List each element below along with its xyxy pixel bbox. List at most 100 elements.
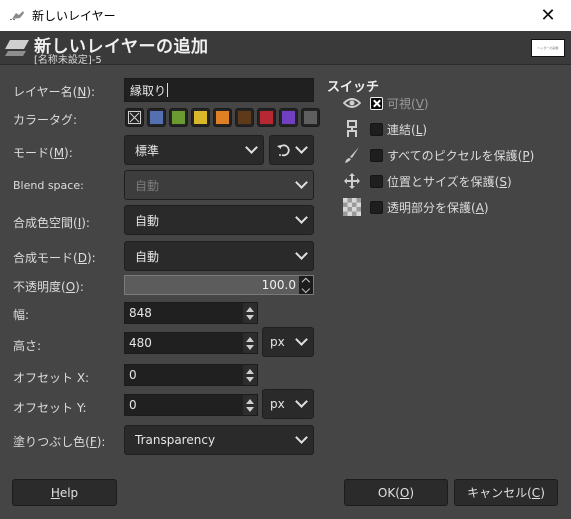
chevron-down-icon	[245, 141, 258, 154]
color-swatch	[260, 111, 273, 124]
move-arrows-icon	[341, 171, 363, 191]
switch-checkbox[interactable]	[370, 148, 383, 162]
height-spin-buttons[interactable]	[243, 333, 257, 353]
offset-y-spin-buttons[interactable]	[243, 395, 257, 415]
layer-name-label: レイヤー名(N):	[13, 85, 96, 99]
switch-checkbox[interactable]	[370, 122, 383, 136]
composite-space-label: 合成色空間(I):	[13, 216, 90, 230]
ok-button[interactable]: OK(O)	[344, 479, 448, 506]
color-tag-orange[interactable]	[213, 108, 232, 127]
offset-x-input[interactable]: 0	[124, 364, 258, 386]
color-swatch	[238, 111, 251, 124]
paintbrush-icon	[341, 145, 363, 165]
mode-dropdown[interactable]: 標準	[124, 135, 264, 165]
close-icon: ✕	[540, 5, 556, 26]
offset-unit-dropdown[interactable]: px	[262, 389, 314, 419]
switch-label: 連結(L)	[387, 122, 428, 137]
composite-mode-dropdown[interactable]: 自動	[124, 241, 314, 271]
chain-link-icon	[341, 119, 363, 139]
color-tag-selector	[125, 108, 320, 127]
switch-label: すべてのピクセルを保護(P)	[387, 148, 535, 163]
switch-chain-link[interactable]: 連結(L)	[341, 119, 427, 139]
color-tag-blue[interactable]	[147, 108, 166, 127]
switch-label: 可視(V)	[387, 96, 429, 111]
height-label: 高さ:	[13, 339, 42, 353]
arrow-down-icon	[246, 344, 254, 350]
switch-move-arrows[interactable]: 位置とサイズを保護(S)	[341, 171, 512, 191]
arrow-up-icon	[246, 306, 254, 312]
switch-checkerboard[interactable]: 透明部分を保護(A)	[341, 197, 489, 217]
eye-icon	[341, 93, 363, 113]
chevron-down-icon	[295, 141, 308, 154]
chevron-down-icon	[295, 211, 308, 224]
color-tag-brown[interactable]	[235, 108, 254, 127]
image-name: [名称未設定]-5	[34, 55, 102, 66]
new-layer-icon	[5, 40, 29, 56]
opacity-spin-buttons[interactable]	[299, 276, 313, 294]
window-titlebar: 新しいレイヤー ✕	[0, 0, 571, 31]
close-button[interactable]: ✕	[525, 0, 571, 31]
size-unit-dropdown[interactable]: px	[262, 327, 314, 357]
width-input[interactable]: 848	[124, 302, 258, 324]
switch-checkbox[interactable]	[370, 200, 383, 214]
window-title: 新しいレイヤー	[32, 9, 116, 23]
layer-name-input[interactable]: 縁取り	[124, 78, 314, 102]
checkerboard-icon	[341, 197, 363, 217]
fill-with-dropdown[interactable]: Transparency	[124, 425, 314, 455]
composite-mode-label: 合成モード(D):	[13, 251, 96, 265]
mode-label: モード(M):	[13, 146, 73, 160]
color-tag-none[interactable]	[125, 108, 144, 127]
color-swatch	[282, 111, 295, 124]
opacity-label: 不透明度(O):	[13, 280, 84, 294]
image-preview-thumbnail: ヘッダーの画像	[531, 39, 565, 57]
chevron-down-icon	[295, 176, 308, 189]
offset-y-input[interactable]: 0	[124, 394, 258, 416]
color-swatch	[304, 111, 317, 124]
arrow-down-icon	[246, 376, 254, 382]
color-tag-label: カラータグ:	[13, 113, 78, 127]
arrow-up-icon	[246, 398, 254, 404]
switch-checkbox[interactable]	[370, 174, 383, 188]
help-button[interactable]: Help	[12, 479, 117, 506]
color-swatch	[172, 111, 185, 124]
arrow-down-icon	[246, 406, 254, 412]
chevron-down-icon	[295, 431, 308, 444]
switch-checkbox[interactable]	[370, 96, 383, 110]
height-input[interactable]: 480	[124, 332, 258, 354]
color-swatch	[194, 111, 207, 124]
text-caret	[167, 83, 169, 97]
switch-paintbrush[interactable]: すべてのピクセルを保護(P)	[341, 145, 534, 165]
color-tag-gray[interactable]	[301, 108, 320, 127]
offset-y-label: オフセット Y:	[13, 401, 87, 415]
offset-x-label: オフセット X:	[13, 371, 90, 385]
blend-space-dropdown[interactable]: 自動	[124, 170, 314, 200]
color-tag-yellow[interactable]	[191, 108, 210, 127]
reset-mode-icon	[277, 144, 290, 157]
opacity-slider[interactable]: 100.0	[124, 275, 314, 295]
dialog-header: 新しいレイヤーの追加 [名称未設定]-5 ヘッダーの画像	[0, 31, 571, 66]
mode-group-dropdown[interactable]	[269, 135, 314, 165]
chevron-down-icon	[295, 333, 308, 346]
chevron-down-icon	[301, 284, 311, 293]
color-tag-green[interactable]	[169, 108, 188, 127]
width-label: 幅:	[13, 308, 30, 322]
chevron-down-icon	[295, 395, 308, 408]
cancel-button[interactable]: キャンセル(C)	[454, 479, 558, 506]
blend-space-label: Blend space:	[13, 179, 84, 192]
color-swatch	[150, 111, 163, 124]
arrow-up-icon	[246, 336, 254, 342]
color-swatch	[216, 111, 229, 124]
composite-space-dropdown[interactable]: 自動	[124, 205, 314, 235]
width-spin-buttons[interactable]	[243, 303, 257, 323]
gimp-app-icon	[10, 11, 24, 20]
chevron-down-icon	[295, 247, 308, 260]
offset-x-spin-buttons[interactable]	[243, 365, 257, 385]
arrow-up-icon	[246, 368, 254, 374]
no-color-icon	[128, 111, 141, 124]
switch-label: 位置とサイズを保護(S)	[387, 174, 512, 189]
color-tag-red[interactable]	[257, 108, 276, 127]
fill-with-label: 塗りつぶし色(F):	[13, 435, 106, 449]
color-tag-violet[interactable]	[279, 108, 298, 127]
switch-eye[interactable]: 可視(V)	[341, 93, 429, 113]
switch-label: 透明部分を保護(A)	[387, 200, 489, 215]
